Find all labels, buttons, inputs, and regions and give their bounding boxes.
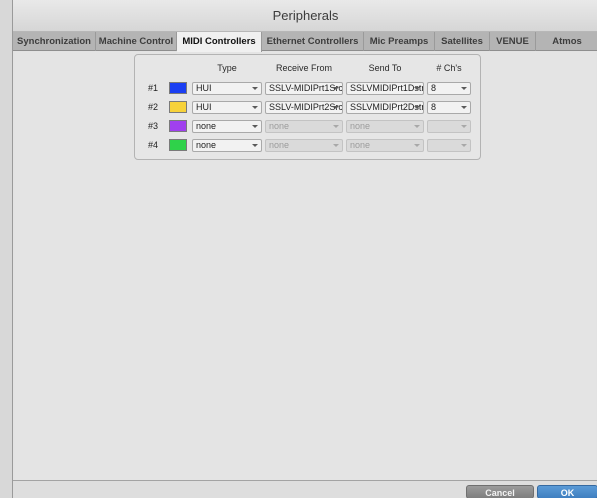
chevron-down-icon xyxy=(333,106,339,109)
color-swatch[interactable] xyxy=(169,82,187,94)
column-header-channels: # Ch's xyxy=(436,63,462,73)
controller-row-3: #3 none none none xyxy=(135,120,480,134)
window-title: Peripherals xyxy=(13,0,597,32)
channels-select[interactable]: 8 xyxy=(427,82,471,95)
chevron-down-icon xyxy=(461,106,467,109)
cancel-button[interactable]: Cancel xyxy=(466,485,534,498)
send-to-select: none xyxy=(346,139,424,152)
ok-button[interactable]: OK xyxy=(537,485,597,498)
chevron-down-icon xyxy=(461,125,467,128)
dialog-footer: Cancel OK xyxy=(13,480,597,498)
controller-row-1: #1 HUI SSLV-MIDIPrt1Src SSLVMIDIPrt1Dstn… xyxy=(135,82,480,96)
chevron-down-icon xyxy=(461,87,467,90)
chevron-down-icon xyxy=(333,87,339,90)
tab-venue[interactable]: VENUE xyxy=(490,32,536,51)
tab-synchronization[interactable]: Synchronization xyxy=(13,32,96,51)
color-swatch[interactable] xyxy=(169,101,187,113)
chevron-down-icon xyxy=(414,144,420,147)
column-header-send-to: Send To xyxy=(368,63,402,73)
tab-bar: Synchronization Machine Control MIDI Con… xyxy=(13,32,597,52)
tab-satellites[interactable]: Satellites xyxy=(435,32,490,51)
channels-select[interactable]: 8 xyxy=(427,101,471,114)
receive-from-select: none xyxy=(265,120,343,133)
row-number: #2 xyxy=(148,102,159,112)
chevron-down-icon xyxy=(252,87,258,90)
chevron-down-icon xyxy=(414,106,420,109)
chevron-down-icon xyxy=(252,106,258,109)
type-select[interactable]: none xyxy=(192,120,262,133)
color-swatch[interactable] xyxy=(169,139,187,151)
chevron-down-icon xyxy=(461,144,467,147)
receive-from-select[interactable]: SSLV-MIDIPrt2Src xyxy=(265,101,343,114)
column-header-type: Type xyxy=(217,63,237,73)
channels-select xyxy=(427,139,471,152)
chevron-down-icon xyxy=(414,87,420,90)
tab-content-panel: Type Receive From Send To # Ch's #1 HUI … xyxy=(15,52,596,480)
controller-row-4: #4 none none none xyxy=(135,139,480,153)
chevron-down-icon xyxy=(252,125,258,128)
tab-ethernet-controllers[interactable]: Ethernet Controllers xyxy=(262,32,364,51)
send-to-select[interactable]: SSLVMIDIPrt2Dstn xyxy=(346,101,424,114)
chevron-down-icon xyxy=(414,125,420,128)
receive-from-select: none xyxy=(265,139,343,152)
tab-machine-control[interactable]: Machine Control xyxy=(96,32,177,51)
type-select[interactable]: none xyxy=(192,139,262,152)
chevron-down-icon xyxy=(333,144,339,147)
peripherals-window: Peripherals Synchronization Machine Cont… xyxy=(12,0,597,498)
send-to-select[interactable]: SSLVMIDIPrt1Dstn xyxy=(346,82,424,95)
row-number: #4 xyxy=(148,140,159,150)
row-number: #1 xyxy=(148,83,159,93)
type-select[interactable]: HUI xyxy=(192,82,262,95)
controller-row-2: #2 HUI SSLV-MIDIPrt2Src SSLVMIDIPrt2Dstn… xyxy=(135,101,480,115)
color-swatch[interactable] xyxy=(169,120,187,132)
tab-midi-controllers[interactable]: MIDI Controllers xyxy=(177,32,262,52)
tab-atmos[interactable]: Atmos xyxy=(536,32,597,51)
midi-controllers-group: Type Receive From Send To # Ch's #1 HUI … xyxy=(134,54,481,160)
type-select[interactable]: HUI xyxy=(192,101,262,114)
receive-from-select[interactable]: SSLV-MIDIPrt1Src xyxy=(265,82,343,95)
row-number: #3 xyxy=(148,121,159,131)
send-to-select: none xyxy=(346,120,424,133)
chevron-down-icon xyxy=(333,125,339,128)
column-header-receive-from: Receive From xyxy=(275,63,332,73)
channels-select xyxy=(427,120,471,133)
chevron-down-icon xyxy=(252,144,258,147)
tab-mic-preamps[interactable]: Mic Preamps xyxy=(364,32,435,51)
